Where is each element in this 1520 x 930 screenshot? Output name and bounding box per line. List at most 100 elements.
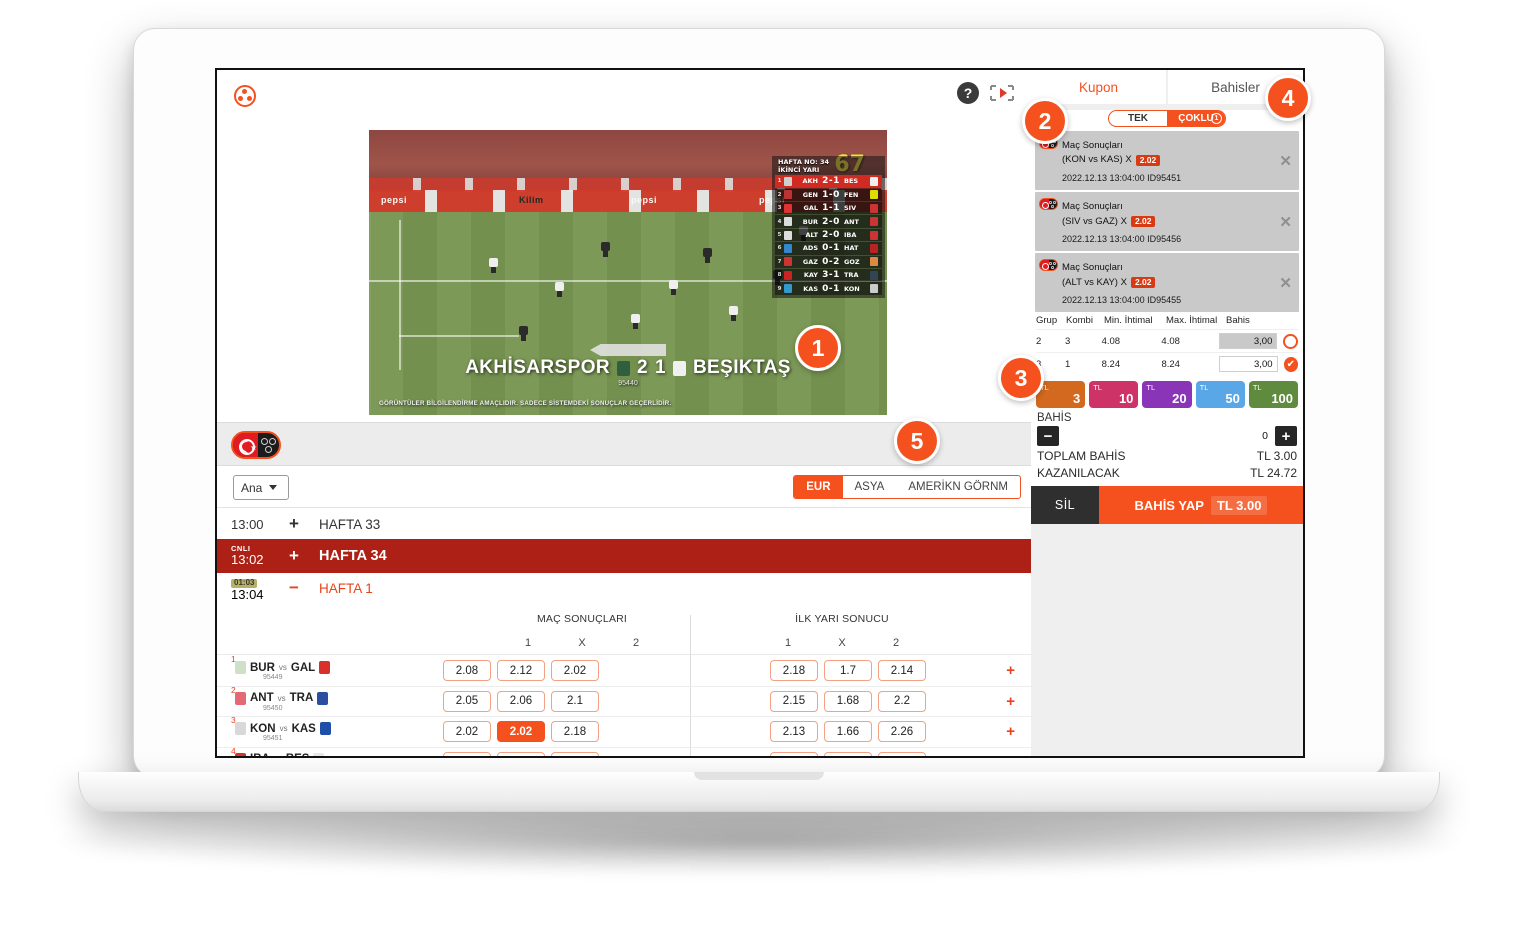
clear-coupon-button[interactable]: SİL — [1031, 486, 1099, 525]
odd-button-2[interactable]: 2.02 — [551, 660, 599, 682]
odd-button-1[interactable]: 2.08 — [443, 660, 491, 682]
soccer-ball-icon[interactable] — [234, 85, 256, 107]
app-screen: ? pepsi Kilim pepsi pepsi — [215, 68, 1305, 758]
ht-odd-button-2[interactable]: 2.26 — [878, 721, 926, 743]
expand-markets-button[interactable]: + — [1006, 723, 1015, 740]
scoreboard-row: 2 GEN 1-0 FEN — [775, 188, 882, 202]
week-expand-toggle[interactable]: + — [269, 546, 319, 566]
away-team: FEN — [844, 190, 859, 199]
ht-odd-button-2[interactable]: 2.2 — [878, 690, 926, 712]
stake-input[interactable]: 3,00 — [1219, 333, 1278, 350]
week-name: HAFTA 1 — [319, 580, 373, 596]
expand-markets-button[interactable]: + — [1006, 754, 1015, 756]
quick-chip-20[interactable]: TL 20 — [1142, 381, 1192, 409]
expand-markets-button[interactable]: + — [1006, 662, 1015, 679]
list-item[interactable]: Maç Sonuçları (SIV vs GAZ) X 2.02 2022.1… — [1035, 192, 1299, 252]
quick-chip-50[interactable]: TL 50 — [1195, 381, 1245, 409]
odd-button-2[interactable]: 2.1 — [551, 690, 599, 712]
score: 0-1 — [822, 283, 840, 294]
away-team: SIV — [844, 204, 857, 213]
home-jersey-icon — [235, 752, 246, 756]
ht-odd-button-1[interactable]: 2.15 — [770, 690, 818, 712]
filter-bar: Ana EUR ASYA AMERİKN GÖRNM — [217, 468, 1035, 508]
mode-tek[interactable]: TEK — [1109, 111, 1167, 126]
week-row-hafta-34[interactable]: CNLI 13:02 + HAFTA 34 — [217, 539, 1035, 573]
row-number: 8 — [777, 272, 782, 279]
week-row-hafta-33[interactable]: 13:00 + HAFTA 33 — [217, 509, 1035, 539]
table-row[interactable]: 3 KON vs KAS 95451 2.02 2.02 2.18 2.13 1… — [217, 715, 1035, 748]
week-collapse-toggle[interactable]: − — [269, 578, 319, 598]
close-icon[interactable]: ✕ — [1276, 274, 1295, 292]
ht-odd-button-x[interactable]: 1.7 — [824, 660, 872, 682]
player-figure — [631, 314, 640, 329]
odd-button-x[interactable]: 2.02 — [497, 721, 545, 743]
plus-icon[interactable]: + — [1275, 426, 1297, 447]
market-select[interactable]: Ana — [233, 475, 289, 500]
table-row[interactable]: 2 ANT vs TRA 95450 2.05 2.06 2.1 2.15 1.… — [217, 685, 1035, 717]
odd-button-x[interactable]: 2.12 — [497, 660, 545, 682]
quick-chip-100[interactable]: TL 100 — [1248, 381, 1299, 409]
list-item[interactable]: Maç Sonuçları (ALT vs KAY) X 2.02 2022.1… — [1035, 253, 1299, 313]
cell-kombi: 3 — [1064, 335, 1071, 347]
place-bet-button[interactable]: BAHİS YAP TL 3.00 — [1099, 486, 1303, 525]
odd-button-x[interactable]: 2.06 — [497, 751, 545, 756]
ht-odd-button-x[interactable]: 1.68 — [824, 690, 872, 712]
table-row[interactable]: 3 1 8.24 8.24 3,00 ✔ — [1036, 352, 1298, 375]
mode-coklu-count: 1 — [1211, 113, 1222, 124]
row-number: 1 — [777, 178, 782, 185]
collapse-video-icon[interactable] — [989, 83, 1015, 103]
table-row[interactable]: 2 3 4.08 4.08 3,00 — [1036, 329, 1298, 352]
odd-button-2[interactable]: 2.18 — [551, 721, 599, 743]
minus-icon[interactable]: − — [1037, 426, 1059, 447]
ht-odd-button-x[interactable]: 1.66 — [824, 721, 872, 743]
odds-format-asya[interactable]: ASYA — [843, 476, 897, 498]
away-jersey-icon — [319, 661, 331, 674]
row-select-checkmark-icon[interactable]: ✔ — [1283, 356, 1298, 372]
odds-format-eur[interactable]: EUR — [794, 476, 843, 498]
stake-block: BAHİS − 0 + — [1031, 412, 1303, 447]
close-icon[interactable]: ✕ — [1276, 213, 1295, 231]
close-icon[interactable]: ✕ — [1276, 152, 1295, 170]
chip-currency: TL — [1252, 383, 1262, 393]
mode-coklu[interactable]: ÇOKLU 1 — [1167, 111, 1225, 126]
odds-format-amerikan[interactable]: AMERİKN GÖRNM — [896, 476, 1020, 498]
home-jersey-icon — [784, 217, 792, 227]
chip-amount: 50 — [1225, 391, 1240, 407]
help-icon[interactable]: ? — [957, 82, 979, 104]
table-row[interactable]: 1 BUR vs GAL 95449 2.08 2.12 2.02 2.18 1… — [217, 654, 1035, 687]
stake-input[interactable]: 3,00 — [1219, 356, 1278, 373]
table-header: Grup Kombi Min. İhtimal Max. İhtimal Bah… — [1036, 315, 1298, 329]
row-select-radio[interactable] — [1283, 333, 1298, 349]
match-game-id: 95449 — [263, 674, 283, 681]
odd-button-1[interactable]: 2.02 — [443, 721, 491, 743]
coupon-action-bar: SİL BAHİS YAP TL 3.00 — [1031, 486, 1303, 525]
quick-chip-10[interactable]: TL 10 — [1089, 381, 1139, 409]
ht-odd-button-1[interactable]: 2.13 — [770, 721, 818, 743]
score: 2-0 — [822, 216, 840, 227]
odd-button-2[interactable]: 2.11 — [551, 751, 599, 756]
ht-odd-button-1[interactable]: 2.18 — [770, 660, 818, 682]
callout-badge-1: 1 — [795, 325, 841, 371]
ht-odd-button-2[interactable]: 2.14 — [878, 660, 926, 682]
odd-button-1[interactable]: 2.04 — [443, 751, 491, 756]
slip-meta: 2022.12.13 13:04:00 ID95451 — [1062, 172, 1182, 183]
expand-markets-button[interactable]: + — [1006, 693, 1015, 710]
ht-odd-button-x[interactable]: 1.67 — [824, 751, 872, 756]
home-team: AKH — [802, 177, 818, 186]
callout-badge-2: 2 — [1022, 98, 1068, 144]
odd-button-x[interactable]: 2.06 — [497, 690, 545, 712]
week-expand-toggle[interactable]: + — [269, 514, 319, 534]
vs-label: vs — [277, 693, 286, 703]
stake-input[interactable]: 0 — [1059, 426, 1275, 447]
week-name: HAFTA 33 — [319, 516, 381, 532]
away-jersey-icon — [317, 691, 329, 705]
ht-odd-button-2[interactable]: 2.21 — [878, 751, 926, 756]
odd-button-1[interactable]: 2.05 — [443, 690, 491, 712]
quick-chip-3[interactable]: TL 3 — [1036, 381, 1086, 409]
live-scoreboard-widget: HAFTA NO: 34 İKİNCİ YARI 1 AKH 2-1 BES 2… — [772, 156, 885, 298]
table-row[interactable]: 4 IBA vs BES 2.04 2.06 2.11 2.15 1.67 2.… — [217, 746, 1035, 756]
week-row-hafta-1[interactable]: 01:03 13:04 − HAFTA 1 — [217, 573, 1035, 603]
live-video-player[interactable]: pepsi Kilim pepsi pepsi 67 HAFTA NO: 34 … — [369, 130, 887, 415]
list-item[interactable]: Maç Sonuçları (KON vs KAS) X 2.02 2022.1… — [1035, 131, 1299, 191]
ht-odd-button-1[interactable]: 2.15 — [770, 751, 818, 756]
